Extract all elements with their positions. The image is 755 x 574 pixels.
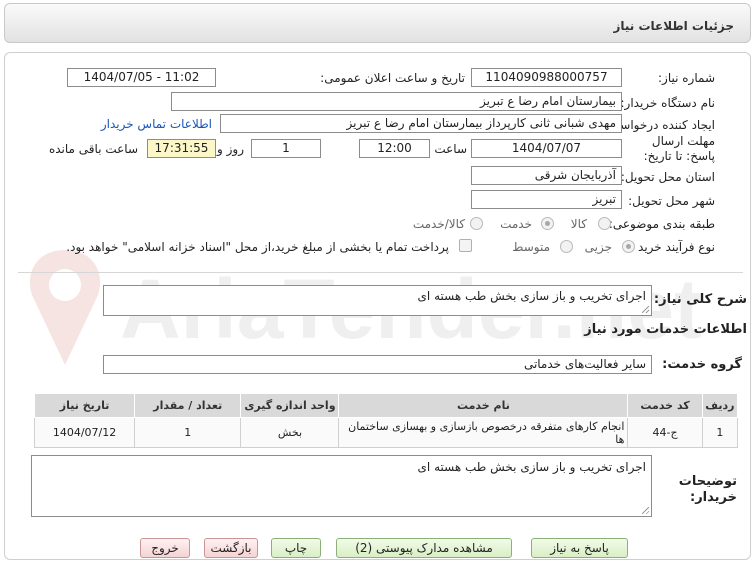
col-header-service-name: نام خدمت — [338, 393, 629, 418]
category-label: طبقه بندی موضوعی: — [608, 217, 715, 231]
category-radio-goods[interactable] — [598, 217, 611, 230]
remaining-time-label: ساعت باقی مانده — [48, 142, 138, 156]
deadline-date-field: 1404/07/07 — [471, 139, 622, 158]
print-button[interactable]: چاپ — [271, 538, 321, 558]
announce-date-label: تاریخ و ساعت اعلان عمومی: — [320, 71, 465, 85]
service-group-label: گروه خدمت: — [662, 357, 742, 372]
services-section-title: اطلاعات خدمات مورد نیاز — [584, 322, 747, 337]
divider — [18, 272, 743, 273]
panel-header: جزئیات اطلاعات نیاز — [4, 3, 751, 43]
back-button[interactable]: بازگشت — [204, 538, 258, 558]
view-attachments-button[interactable]: مشاهده مدارک پیوستی (2) — [336, 538, 512, 558]
category-radio-service[interactable] — [541, 217, 554, 230]
process-label: نوع فرآیند خرید : — [630, 240, 715, 254]
remaining-time-field: 17:31:55 — [147, 139, 216, 158]
need-number-label: شماره نیاز: — [658, 71, 715, 85]
reply-button[interactable]: پاسخ به نیاز — [531, 538, 628, 558]
cell-row-number: 1 — [701, 417, 739, 448]
col-header-row-number: ردیف — [701, 393, 739, 418]
process-radio-medium[interactable] — [560, 240, 573, 253]
process-radio-minor[interactable] — [622, 240, 635, 253]
deadline-time-field: 12:00 — [359, 139, 430, 158]
buyer-notes-label: توضیحات خریدار: — [678, 474, 737, 505]
category-option-service: خدمت — [500, 217, 532, 231]
buyer-notes-textarea[interactable]: اجرای تخریب و باز سازی بخش طب هسته ای — [31, 455, 652, 517]
cell-need-date: 1404/07/12 — [33, 417, 136, 448]
resize-grip-icon[interactable] — [642, 507, 649, 514]
cell-service-name: انجام کارهای متفرقه درخصوص بازسازی و بهس… — [338, 417, 629, 448]
summary-textarea[interactable]: اجرای تخریب و باز سازی بخش طب هسته ای — [103, 285, 652, 316]
category-option-goods-service: کالا/خدمت — [412, 217, 465, 231]
province-label: استان محل تحویل: — [620, 170, 715, 184]
col-header-unit: واحد اندازه گیری — [240, 393, 340, 418]
province-field: آذربایجان شرقی — [471, 166, 622, 185]
city-field: تبریز — [471, 190, 622, 209]
summary-label: شرح کلی نیاز: — [653, 292, 747, 307]
days-field: 1 — [251, 139, 321, 158]
table-row: 1 ج-44 انجام کارهای متفرقه درخصوص بازساز… — [33, 417, 739, 448]
creator-field: مهدی شبانی ثانی کارپرداز بیمارستان امام … — [220, 114, 622, 133]
process-option-medium: متوسط — [512, 240, 550, 254]
process-option-minor: جزیی — [584, 240, 612, 254]
city-label: شهر محل تحویل: — [628, 194, 715, 208]
table-header-row: ردیف کد خدمت نام خدمت واحد اندازه گیری ت… — [33, 393, 739, 418]
resize-grip-icon[interactable] — [642, 306, 649, 313]
services-table: ردیف کد خدمت نام خدمت واحد اندازه گیری ت… — [33, 393, 739, 448]
cell-quantity: 1 — [134, 417, 242, 448]
col-header-need-date: تاریخ نیاز — [33, 393, 136, 418]
col-header-quantity: تعداد / مقدار — [134, 393, 242, 418]
buyer-notes-text: اجرای تخریب و باز سازی بخش طب هسته ای — [417, 460, 646, 474]
buyer-org-field: بیمارستان امام رضا ع تبریز — [171, 92, 622, 111]
buyer-contact-link[interactable]: اطلاعات تماس خریدار — [101, 117, 212, 131]
days-label: روز و — [217, 142, 244, 156]
need-number-field: 1104090988000757 — [471, 68, 622, 87]
announce-date-field: 1404/07/05 - 11:02 — [67, 68, 216, 87]
summary-text: اجرای تخریب و باز سازی بخش طب هسته ای — [417, 289, 646, 303]
treasury-payment-note: پرداخت تمام یا بخشی از مبلغ خرید،از محل … — [66, 240, 449, 254]
deadline-label: مهلت ارسال پاسخ: تا تاریخ: — [643, 134, 715, 163]
cell-unit: بخش — [240, 417, 340, 448]
category-option-goods: کالا — [570, 217, 587, 231]
treasury-payment-checkbox[interactable] — [459, 239, 472, 252]
buyer-org-label: نام دستگاه خریدار: — [620, 96, 716, 110]
cell-service-code: ج-44 — [627, 417, 703, 448]
service-group-field: سایر فعالیت‌های خدماتی — [103, 355, 652, 374]
page-title: جزئیات اطلاعات نیاز — [613, 19, 734, 33]
deadline-time-label: ساعت — [434, 142, 467, 156]
category-radio-goods-service[interactable] — [470, 217, 483, 230]
exit-button[interactable]: خروج — [140, 538, 190, 558]
col-header-service-code: کد خدمت — [627, 393, 703, 418]
